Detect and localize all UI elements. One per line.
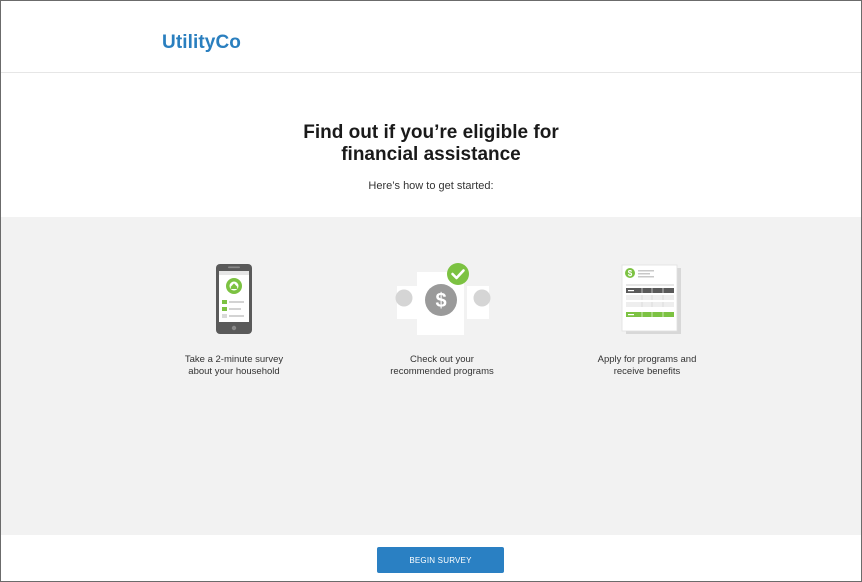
page-subtitle: Here’s how to get started: [368, 180, 494, 192]
utilityco-logo[interactable]: UtilityCo [162, 32, 241, 54]
step-label-line-2: about your household [188, 366, 280, 377]
step-label: Apply for programs and receive benefits [547, 354, 747, 378]
step-label-line-1: Check out your [410, 354, 474, 365]
step-label-line-1: Take a 2-minute survey [184, 354, 284, 365]
page-title: Find out if you’re eligible for financia… [1, 122, 861, 166]
step-label-line-1: Apply for programs and [597, 354, 697, 365]
svg-text:$: $ [435, 290, 446, 312]
step-label-line-2: receive benefits [613, 366, 681, 377]
page-title-line-1: Find out if you’re eligible for [303, 122, 559, 143]
header: UtilityCo [1, 1, 861, 73]
svg-text:$: $ [628, 269, 633, 278]
page-title-line-2: financial assistance [341, 144, 521, 165]
page-frame: UtilityCo Find out if you’re eligible fo… [0, 0, 862, 582]
intro-section: Find out if you’re eligible for financia… [1, 73, 861, 217]
steps-section: Take a 2-minute survey about your househ… [1, 217, 861, 535]
step-label: Take a 2-minute survey about your househ… [134, 354, 334, 378]
phone-survey-icon [216, 264, 252, 334]
begin-survey-button[interactable]: BEGIN SURVEY [377, 547, 504, 573]
footer: BEGIN SURVEY [1, 535, 861, 581]
dollar-check-icon: $ [395, 263, 491, 335]
step-label-line-2: recommended programs [390, 366, 494, 377]
step-label: Check out your recommended programs [342, 354, 542, 378]
application-form-icon: $ [621, 264, 681, 334]
